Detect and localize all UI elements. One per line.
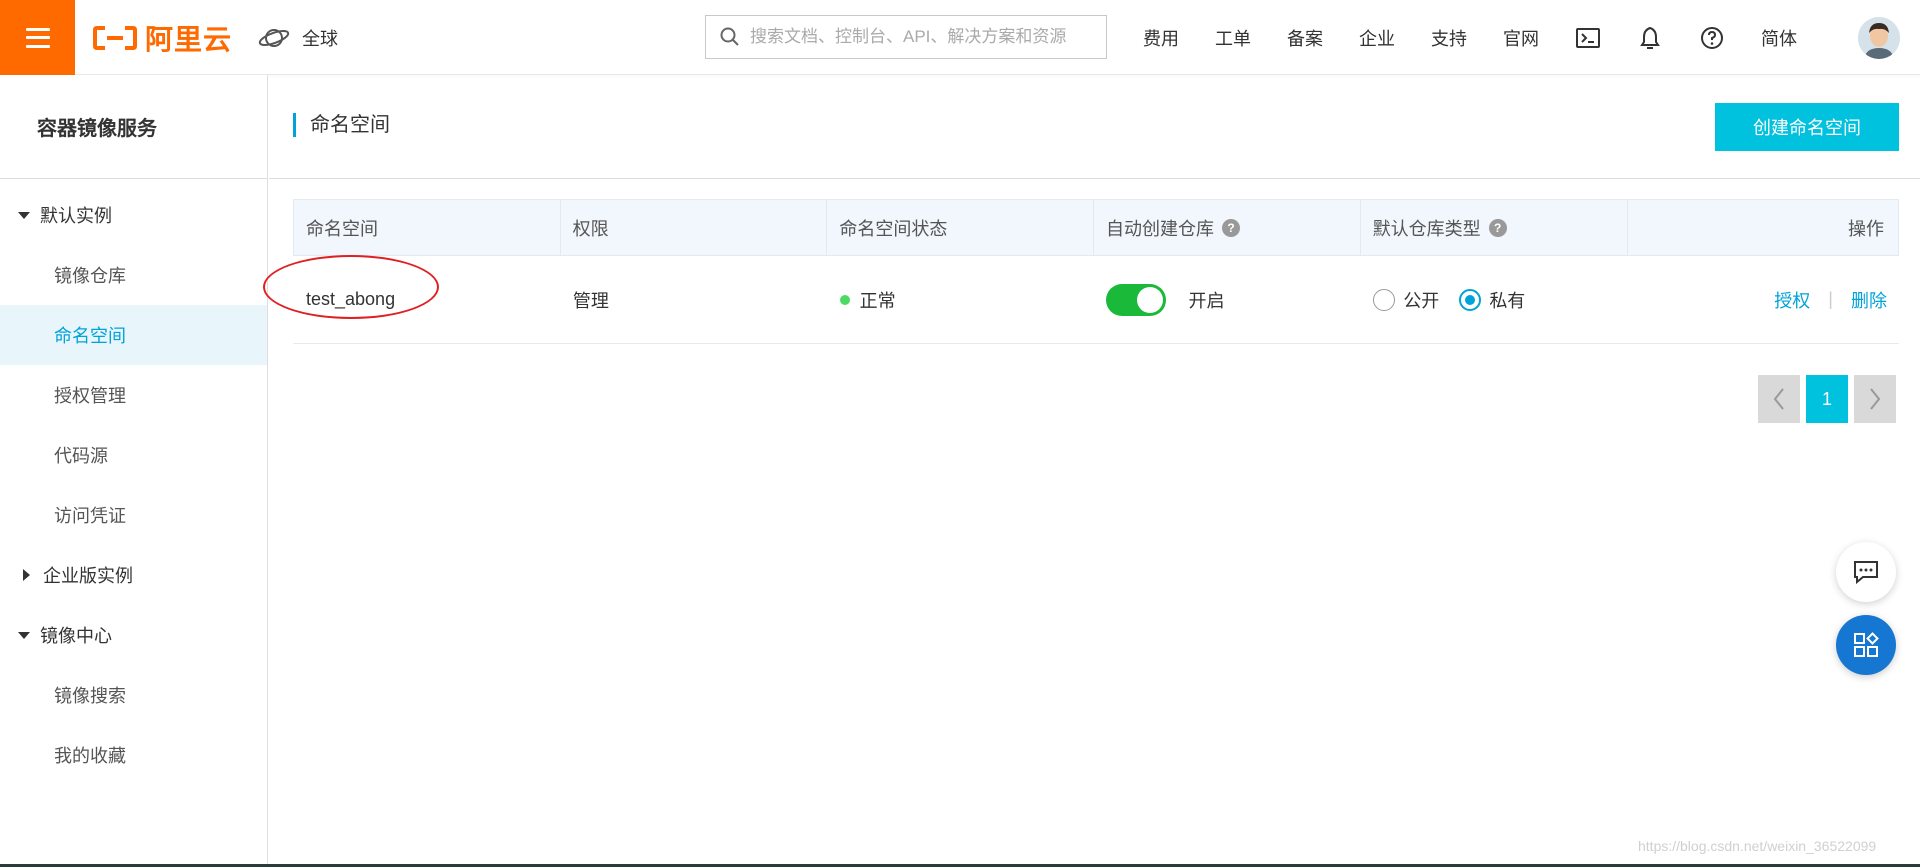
nav-icp-filing[interactable]: 备案 [1287, 25, 1323, 51]
sidebar-title: 容器镜像服务 [0, 75, 267, 179]
sidebar-group-default-instance[interactable]: 默认实例 [0, 185, 267, 245]
sidebar-group-enterprise-instance[interactable]: 企业版实例 [0, 545, 267, 605]
authorize-link[interactable]: 授权 [1774, 287, 1810, 313]
sidebar-item-image-search[interactable]: 镜像搜索 [0, 665, 267, 725]
sidebar-item-authorization[interactable]: 授权管理 [0, 365, 267, 425]
cell-actions: 授权 | 删除 [1629, 256, 1899, 343]
sidebar-group-image-center[interactable]: 镜像中心 [0, 605, 267, 665]
nav-billing[interactable]: 费用 [1143, 25, 1179, 51]
page-title: 命名空间 [293, 113, 390, 137]
column-header-status: 命名空间状态 [827, 200, 1095, 255]
sidebar-item-namespaces[interactable]: 命名空间 [0, 305, 267, 365]
watermark-text: https://blog.csdn.net/weixin_36522099 [1638, 838, 1877, 854]
logo-text: 阿里云 [145, 24, 233, 55]
terminal-icon[interactable] [1573, 23, 1603, 53]
hamburger-menu-button[interactable] [0, 0, 75, 75]
auto-create-toggle[interactable] [1106, 283, 1167, 316]
help-icon[interactable]: ? [1488, 218, 1507, 237]
chat-float-button[interactable] [1836, 542, 1896, 602]
namespace-name: test_abong [263, 255, 439, 319]
nav-support[interactable]: 支持 [1431, 25, 1467, 51]
chevron-left-icon [1773, 388, 1784, 410]
search-input[interactable] [750, 27, 1106, 47]
cell-permission: 管理 [572, 290, 609, 311]
chevron-right-icon [1870, 388, 1881, 410]
sidebar-item-code-source[interactable]: 代码源 [0, 425, 267, 485]
caret-down-icon [18, 631, 30, 639]
apps-grid-icon [1854, 632, 1879, 657]
sidebar-item-access-credential[interactable]: 访问凭证 [0, 485, 267, 545]
bell-icon[interactable] [1635, 23, 1665, 53]
top-navigation-bar: 阿里云 全球 费用 工单 备案 企业 支持 官网 [0, 0, 1920, 75]
annotation-ellipse [263, 255, 439, 319]
radio-private-label[interactable]: 私有 [1489, 287, 1525, 313]
help-circle-icon[interactable] [1697, 23, 1727, 53]
create-namespace-button[interactable]: 创建命名空间 [1715, 103, 1899, 151]
menu-icon [25, 27, 50, 48]
search-icon [720, 27, 739, 46]
globe-icon [258, 29, 290, 47]
column-header-default-type: 默认仓库类型 ? [1361, 200, 1629, 255]
radio-public-label[interactable]: 公开 [1403, 287, 1439, 313]
table-header: 命名空间 权限 命名空间状态 自动创建仓库 ? 默认仓库类型 ? 操作 [293, 199, 1899, 256]
delete-link[interactable]: 删除 [1851, 287, 1887, 313]
top-nav-links: 费用 工单 备案 企业 支持 官网 简体 [1125, 0, 1815, 75]
chat-icon [1854, 561, 1878, 585]
sidebar-item-repositories[interactable]: 镜像仓库 [0, 245, 267, 305]
auto-create-label: 开启 [1188, 290, 1225, 311]
aliyun-logo[interactable]: 阿里云 [93, 21, 232, 55]
region-selector[interactable]: 全球 [258, 24, 338, 52]
cell-namespace: test_abong [263, 255, 561, 343]
global-search-box[interactable] [705, 15, 1107, 59]
help-icon[interactable]: ? [1222, 218, 1241, 237]
next-page-button[interactable] [1854, 375, 1896, 423]
aliyun-logo-icon [93, 26, 137, 50]
column-header-permission: 权限 [561, 200, 828, 255]
radio-public[interactable] [1373, 288, 1396, 311]
namespace-table: 命名空间 权限 命名空间状态 自动创建仓库 ? 默认仓库类型 ? 操作 test… [263, 199, 1899, 344]
cell-default-type: 公开 私有 [1361, 256, 1629, 343]
page-number-button[interactable]: 1 [1806, 375, 1848, 423]
column-header-namespace: 命名空间 [294, 200, 561, 255]
caret-down-icon [18, 211, 30, 219]
nav-enterprise[interactable]: 企业 [1359, 25, 1395, 51]
column-header-actions: 操作 [1848, 218, 1885, 239]
region-label: 全球 [302, 29, 338, 49]
sidebar-item-my-favorites[interactable]: 我的收藏 [0, 725, 267, 785]
cell-status: 正常 [828, 256, 1095, 343]
nav-official-site[interactable]: 官网 [1503, 25, 1539, 51]
pagination: 1 [1758, 375, 1896, 423]
cell-auto-create: 开启 [1094, 256, 1361, 343]
page-header: 命名空间 创建命名空间 [269, 75, 1920, 179]
table-row: test_abong 管理 正常 开启 公开 私有 授权 | 删除 [263, 255, 1899, 344]
caret-right-icon [23, 569, 30, 581]
main-content: 命名空间 创建命名空间 命名空间 权限 命名空间状态 自动创建仓库 ? 默认仓库… [263, 75, 1920, 867]
radio-private[interactable] [1459, 288, 1482, 311]
nav-tickets[interactable]: 工单 [1215, 25, 1251, 51]
status-dot-icon [839, 294, 850, 305]
column-header-auto-create: 自动创建仓库 ? [1094, 200, 1361, 255]
language-switch[interactable]: 简体 [1761, 25, 1797, 51]
sidebar: 容器镜像服务 默认实例 镜像仓库 命名空间 授权管理 代码源 访问凭证 企业版实… [0, 75, 268, 867]
prev-page-button[interactable] [1758, 375, 1800, 423]
apps-float-button[interactable] [1836, 615, 1896, 675]
user-avatar[interactable] [1858, 17, 1900, 59]
action-separator: | [1828, 289, 1833, 309]
